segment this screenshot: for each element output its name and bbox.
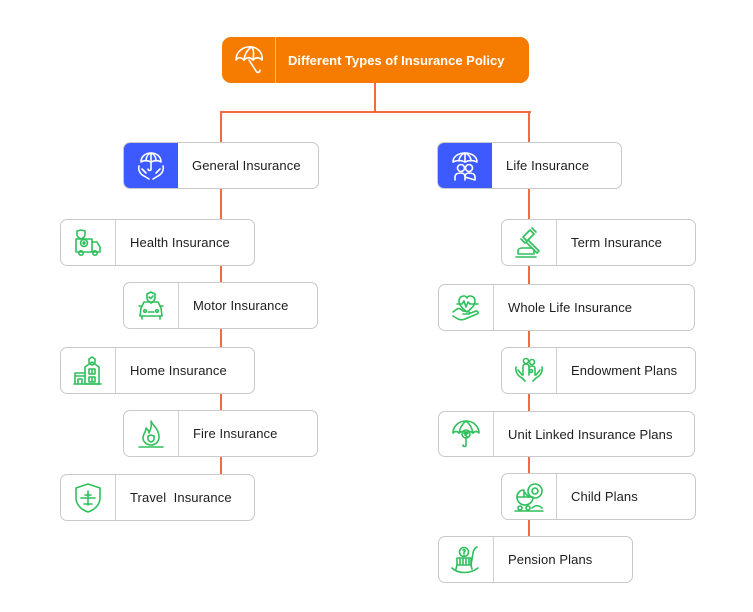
connector-horizontal: [221, 111, 531, 113]
item-endowment-plans[interactable]: Endowment Plans: [501, 347, 696, 394]
root-node[interactable]: Different Types of Insurance Policy: [222, 37, 529, 83]
category-life-insurance[interactable]: Life Insurance: [437, 142, 622, 189]
rocking-chair-icon: [439, 537, 494, 582]
item-health-insurance[interactable]: Health Insurance: [60, 219, 255, 266]
heart-hand-icon: [439, 285, 494, 330]
house-shield-icon: [61, 348, 116, 393]
item-label: Term Insurance: [571, 235, 662, 250]
item-label: Fire Insurance: [193, 426, 278, 441]
fire-shield-icon: [124, 411, 179, 456]
plane-shield-icon: [61, 475, 116, 520]
item-label: Motor Insurance: [193, 298, 289, 313]
item-home-insurance[interactable]: Home Insurance: [60, 347, 255, 394]
item-label: Health Insurance: [130, 235, 230, 250]
connector-root-down: [374, 83, 376, 112]
item-unit-linked-insurance-plans[interactable]: Unit Linked Insurance Plans: [438, 411, 695, 457]
connector-general-down: [220, 111, 222, 142]
item-travel-insurance[interactable]: Travel Insurance: [60, 474, 255, 521]
item-child-plans[interactable]: Child Plans: [501, 473, 696, 520]
umbrella-hands-icon: [124, 143, 178, 188]
item-label: Home Insurance: [130, 363, 227, 378]
ambulance-icon: [61, 220, 116, 265]
category-label: General Insurance: [192, 158, 301, 173]
item-label: Pension Plans: [508, 552, 593, 567]
rupee-umbrella-icon: [439, 412, 494, 456]
car-shield-icon: [124, 283, 179, 328]
umbrella-people-icon: [438, 143, 492, 188]
connector-life-down: [528, 111, 530, 142]
category-label: Life Insurance: [506, 158, 590, 173]
item-term-insurance[interactable]: Term Insurance: [501, 219, 696, 266]
item-pension-plans[interactable]: Pension Plans: [438, 536, 633, 583]
item-label: Whole Life Insurance: [508, 300, 633, 315]
item-whole-life-insurance[interactable]: Whole Life Insurance: [438, 284, 695, 331]
umbrella-icon: [222, 37, 276, 83]
baby-stroller-icon: [502, 474, 557, 519]
item-label: Endowment Plans: [571, 363, 678, 378]
item-label: Child Plans: [571, 489, 638, 504]
family-hands-icon: [502, 348, 557, 393]
item-motor-insurance[interactable]: Motor Insurance: [123, 282, 318, 329]
item-label: Travel Insurance: [130, 490, 232, 505]
item-fire-insurance[interactable]: Fire Insurance: [123, 410, 318, 457]
gavel-icon: [502, 220, 557, 265]
root-label: Different Types of Insurance Policy: [288, 52, 505, 68]
item-label: Unit Linked Insurance Plans: [508, 426, 673, 442]
category-general-insurance[interactable]: General Insurance: [123, 142, 319, 189]
